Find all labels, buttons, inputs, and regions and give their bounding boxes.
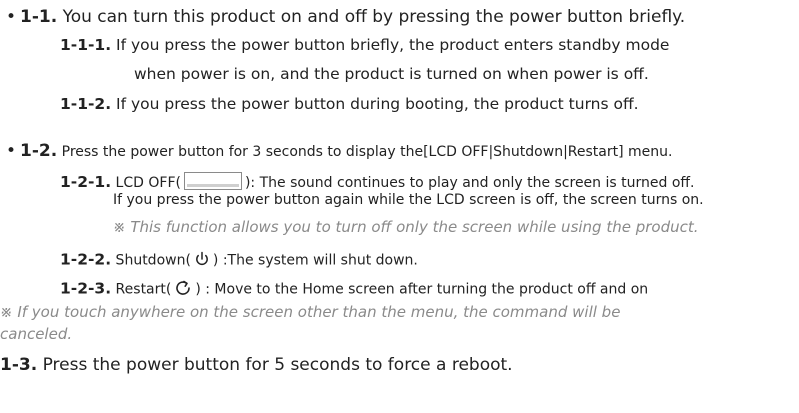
item-text: If you press the power button during boo… bbox=[111, 95, 639, 113]
restart-icon bbox=[174, 279, 192, 300]
item-1-1: • 1-1. You can turn this product on and o… bbox=[6, 9, 685, 26]
note-text: ※ If you touch anywhere on the screen ot… bbox=[0, 303, 621, 321]
item-number: 1-1-1. bbox=[60, 36, 112, 54]
item-number: 1-1. bbox=[20, 7, 58, 27]
item-1-1-2: 1-1-2. If you press the power button dur… bbox=[60, 95, 639, 113]
item-text: If you press the power button briefly, t… bbox=[111, 36, 670, 54]
lcd-screen-icon bbox=[183, 172, 242, 190]
bullet: • bbox=[6, 7, 17, 27]
item-number: 1-3. bbox=[0, 355, 38, 375]
item-number: 1-2-1. bbox=[60, 173, 112, 191]
item-1-1-1-continued: when power is on, and the product is tur… bbox=[134, 65, 649, 83]
lcd-off-note: ※ This function allows you to turn off o… bbox=[113, 220, 699, 235]
item-text: Restart( bbox=[111, 281, 172, 298]
note-text: ※ This function allows you to turn off o… bbox=[113, 218, 699, 236]
item-1-2-1-continued: If you press the power button again whil… bbox=[113, 193, 704, 207]
item-text: Press the power button for 3 seconds to … bbox=[57, 144, 673, 160]
item-1-2-2: 1-2-2. Shutdown( ) :The system will shut … bbox=[60, 251, 418, 270]
item-1-3: 1-3. Press the power button for 5 second… bbox=[0, 357, 513, 374]
item-number: 1-2-3. bbox=[60, 279, 112, 298]
item-number: 1-1-2. bbox=[60, 95, 112, 113]
power-icon bbox=[194, 251, 210, 270]
item-text: ) :The system will shut down. bbox=[212, 252, 418, 269]
item-text: LCD OFF( bbox=[111, 175, 181, 191]
bullet: • bbox=[6, 141, 17, 161]
note-text: canceled. bbox=[0, 325, 73, 343]
document: • 1-1. You can turn this product on and o… bbox=[0, 0, 799, 413]
item-text: when power is on, and the product is tur… bbox=[134, 65, 649, 83]
cancel-note-continued: canceled. bbox=[0, 327, 72, 342]
item-text: If you press the power button again whil… bbox=[113, 192, 704, 208]
item-1-2-1: 1-2-1. LCD OFF( ): The sound continues to… bbox=[60, 172, 694, 191]
item-text: ): The sound continues to play and only … bbox=[244, 175, 695, 191]
item-text: You can turn this product on and off by … bbox=[57, 7, 686, 27]
item-1-2: • 1-2. Press the power button for 3 secon… bbox=[6, 143, 672, 160]
item-text: Press the power button for 5 seconds to … bbox=[37, 355, 513, 375]
item-1-1-1: 1-1-1. If you press the power button bri… bbox=[60, 36, 670, 54]
item-number: 1-2. bbox=[20, 141, 58, 161]
item-number: 1-2-2. bbox=[60, 250, 112, 269]
item-text: ) : Move to the Home screen after turnin… bbox=[195, 281, 649, 298]
cancel-note: ※ If you touch anywhere on the screen ot… bbox=[0, 305, 620, 320]
item-text: Shutdown( bbox=[111, 252, 191, 269]
item-1-2-3: 1-2-3. Restart( ) : Move to the Home scre… bbox=[60, 279, 648, 300]
